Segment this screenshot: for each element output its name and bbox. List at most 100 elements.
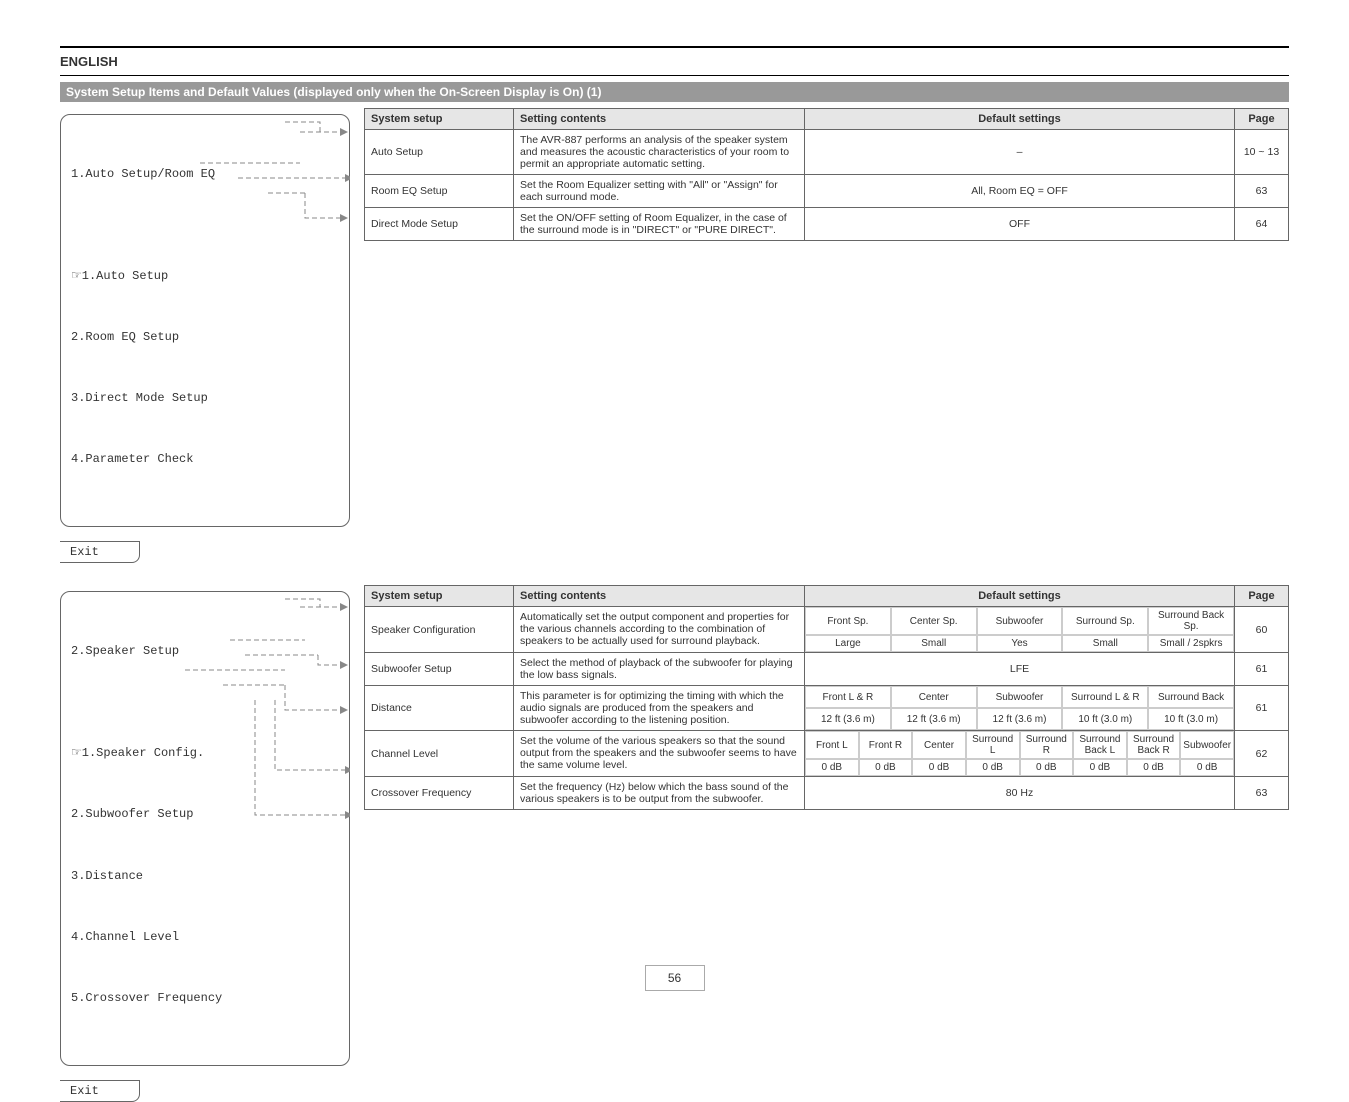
cell-page: 61 xyxy=(1235,686,1289,731)
col-header-content: Setting contents xyxy=(514,585,805,607)
cell: Subwoofer xyxy=(1180,731,1234,759)
cell: 0 dB xyxy=(805,759,859,776)
page-number: 56 xyxy=(645,965,705,991)
menu-item: 3.Direct Mode Setup xyxy=(71,388,339,408)
cell: Front L xyxy=(805,731,859,759)
table-row: Direct Mode Setup Set the ON/OFF setting… xyxy=(364,208,1289,241)
cell: Surround Sp. xyxy=(1062,607,1148,635)
cell: 0 dB xyxy=(1020,759,1074,776)
cell: Center xyxy=(912,731,966,759)
cell: 0 dB xyxy=(1180,759,1234,776)
menu-item: ☞1.Auto Setup xyxy=(71,266,339,286)
menu-box-speaker-setup: 2.Speaker Setup ☞1.Speaker Config. 2.Sub… xyxy=(60,591,350,1066)
cell-page: 63 xyxy=(1235,777,1289,810)
cell: Surround Back xyxy=(1148,686,1234,708)
col-header-default: Default settings xyxy=(805,108,1235,130)
cell-setup: Direct Mode Setup xyxy=(364,208,514,241)
heading-english: ENGLISH xyxy=(60,54,1289,69)
cell-page: 63 xyxy=(1235,175,1289,208)
cell-content: Automatically set the output component a… xyxy=(514,607,805,653)
cell-setup: Channel Level xyxy=(364,731,514,777)
cell: Subwoofer xyxy=(977,686,1063,708)
menu-item: 5.Crossover Frequency xyxy=(71,988,339,1008)
cell-default: LFE xyxy=(805,653,1235,686)
cell: Front R xyxy=(859,731,913,759)
menu-item: 4.Channel Level xyxy=(71,927,339,947)
menu-item: 2.Room EQ Setup xyxy=(71,327,339,347)
system-setup-title: System Setup Items and Default Values (d… xyxy=(60,82,1289,102)
cell: Small / 2spkrs xyxy=(1148,635,1234,652)
page-root: ENGLISH System Setup Items and Default V… xyxy=(0,0,1349,1031)
menu-box-auto-setup: 1.Auto Setup/Room EQ ☞1.Auto Setup 2.Roo… xyxy=(60,114,350,527)
cell-setup: Subwoofer Setup xyxy=(364,653,514,686)
cell-setup: Crossover Frequency xyxy=(364,777,514,810)
cell-content: Set the ON/OFF setting of Room Equalizer… xyxy=(514,208,805,241)
table-header-row-2: System setup Setting contents Default se… xyxy=(364,585,1289,607)
col-header-content: Setting contents xyxy=(514,108,805,130)
cell: Small xyxy=(1062,635,1148,652)
cell: Subwoofer xyxy=(977,607,1063,635)
cell-setup: Speaker Configuration xyxy=(364,607,514,653)
cell: Large xyxy=(805,635,891,652)
table-header-row: System setup Setting contents Default se… xyxy=(364,108,1289,130)
cell: 0 dB xyxy=(1127,759,1181,776)
section-auto-setup: 1.Auto Setup/Room EQ ☞1.Auto Setup 2.Roo… xyxy=(60,108,1289,563)
menu-item: ☞1.Speaker Config. xyxy=(71,743,339,763)
col-header-page: Page xyxy=(1235,108,1289,130)
cell: 12 ft (3.6 m) xyxy=(977,708,1063,730)
table-row: Crossover Frequency Set the frequency (H… xyxy=(364,777,1289,810)
table-row: Channel Level Set the volume of the vari… xyxy=(364,731,1289,777)
cell: Center xyxy=(891,686,977,708)
cell: 0 dB xyxy=(859,759,913,776)
cell: Small xyxy=(891,635,977,652)
cell-page: 61 xyxy=(1235,653,1289,686)
cell: Front L & R xyxy=(805,686,891,708)
cell-default: All, Room EQ = OFF xyxy=(805,175,1235,208)
cell-page: 64 xyxy=(1235,208,1289,241)
menu-item: 2.Subwoofer Setup xyxy=(71,804,339,824)
cell: Surround Back R xyxy=(1127,731,1181,759)
cell: Center Sp. xyxy=(891,607,977,635)
col-header-default: Default settings xyxy=(805,585,1235,607)
cell: Front Sp. xyxy=(805,607,891,635)
cell: 0 dB xyxy=(912,759,966,776)
cell: 0 dB xyxy=(966,759,1020,776)
cell-page: 60 xyxy=(1235,607,1289,653)
cell-setup: Room EQ Setup xyxy=(364,175,514,208)
cell: Surround L xyxy=(966,731,1020,759)
exit-label: Exit xyxy=(60,1080,140,1102)
table-row: Speaker Configuration Automatically set … xyxy=(364,607,1289,653)
section-speaker-setup: 2.Speaker Setup ☞1.Speaker Config. 2.Sub… xyxy=(60,585,1289,845)
menu-column-2: 2.Speaker Setup ☞1.Speaker Config. 2.Sub… xyxy=(60,585,350,845)
cell-page: 62 xyxy=(1235,731,1289,777)
cell-content: Set the volume of the various speakers s… xyxy=(514,731,805,777)
cell-content: Set the frequency (Hz) below which the b… xyxy=(514,777,805,810)
cell: 12 ft (3.6 m) xyxy=(805,708,891,730)
table-row: Subwoofer Setup Select the method of pla… xyxy=(364,653,1289,686)
table-row: Distance This parameter is for optimizin… xyxy=(364,686,1289,731)
col-header-setup: System setup xyxy=(364,585,514,607)
menu-item: 3.Distance xyxy=(71,866,339,886)
cell: Surround Back Sp. xyxy=(1148,607,1234,635)
exit-label: Exit xyxy=(60,541,140,563)
cell: 10 ft (3.0 m) xyxy=(1062,708,1148,730)
cell-default: OFF xyxy=(805,208,1235,241)
cell: Surround Back L xyxy=(1073,731,1127,759)
table-row: Room EQ Setup Set the Room Equalizer set… xyxy=(364,175,1289,208)
cell-page: 10 ~ 13 xyxy=(1235,130,1289,175)
cell-setup: Distance xyxy=(364,686,514,731)
menu-title: 1.Auto Setup/Room EQ xyxy=(71,164,339,184)
cell: 0 dB xyxy=(1073,759,1127,776)
cell: 10 ft (3.0 m) xyxy=(1148,708,1234,730)
cell: 12 ft (3.6 m) xyxy=(891,708,977,730)
menu-item: 4.Parameter Check xyxy=(71,449,339,469)
cell-default: 80 Hz xyxy=(805,777,1235,810)
col-header-page: Page xyxy=(1235,585,1289,607)
cell: Surround R xyxy=(1020,731,1074,759)
table-row: Auto Setup The AVR-887 performs an analy… xyxy=(364,130,1289,175)
cell-content: Select the method of playback of the sub… xyxy=(514,653,805,686)
cell-setup: Auto Setup xyxy=(364,130,514,175)
cell: Surround L & R xyxy=(1062,686,1148,708)
cell: Yes xyxy=(977,635,1063,652)
cell-content: The AVR-887 performs an analysis of the … xyxy=(514,130,805,175)
